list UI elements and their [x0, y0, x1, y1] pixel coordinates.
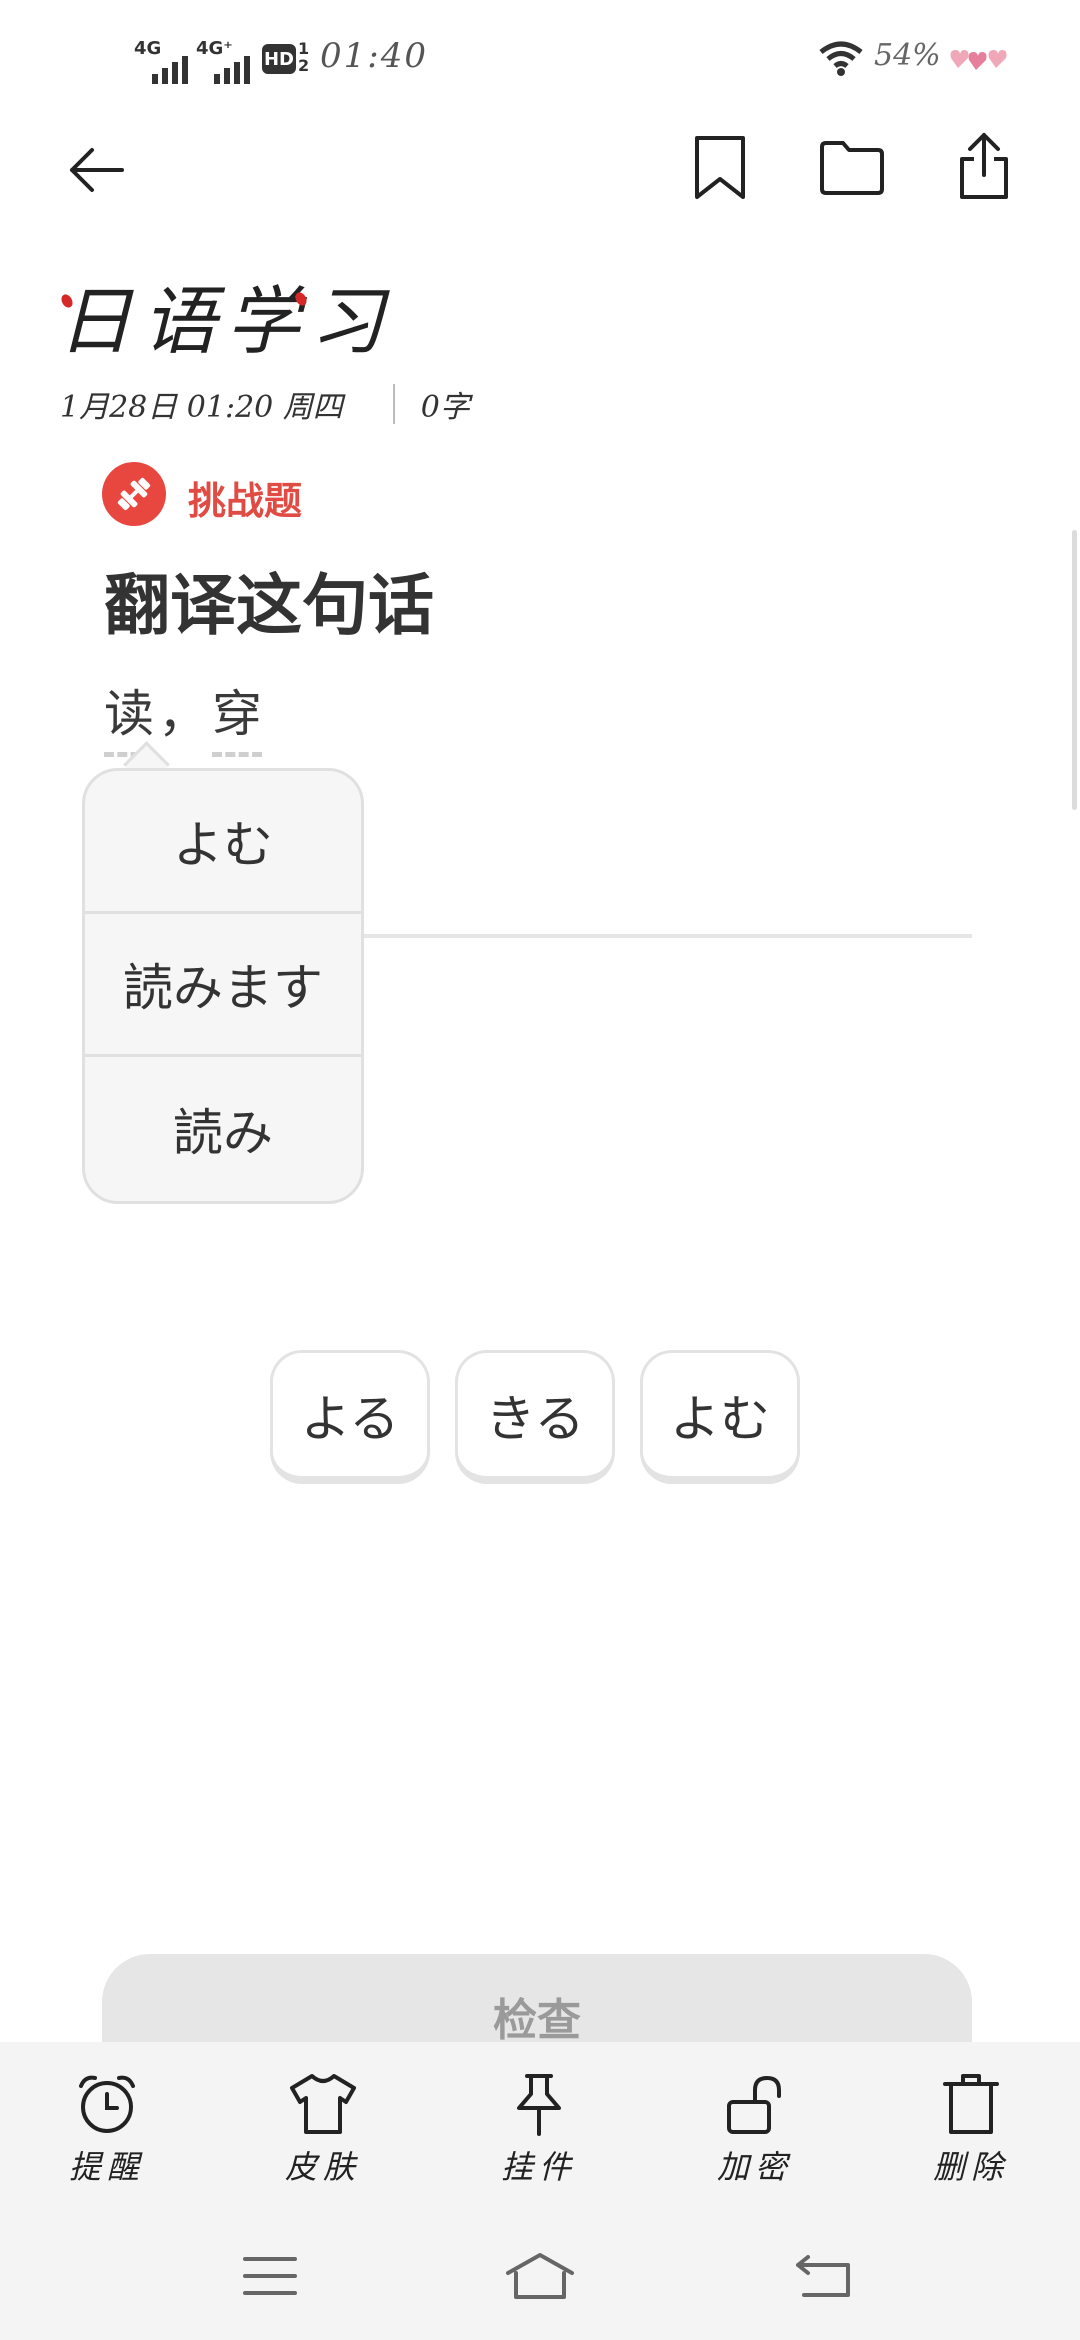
- folder-icon: [820, 141, 884, 195]
- bookmark-button[interactable]: [680, 128, 760, 208]
- bookmark-icon: [695, 136, 745, 199]
- nav-menu-button[interactable]: [220, 2246, 320, 2306]
- tool-label: 皮肤: [284, 2148, 361, 2186]
- return-icon: [796, 2255, 850, 2297]
- status-time: 01:40: [320, 36, 428, 76]
- challenge-label: 挑战题: [188, 479, 303, 523]
- tool-label: 加密: [716, 2148, 793, 2186]
- popup-option[interactable]: 読みます: [85, 914, 361, 1057]
- alarm-clock-icon: [79, 2075, 135, 2133]
- meta-divider: [392, 384, 395, 424]
- note-date: 1月28日 01:20 周四: [60, 390, 343, 425]
- tool-label: 提醒: [68, 2148, 145, 2186]
- widget-button[interactable]: 挂件: [464, 2072, 614, 2192]
- unlock-icon: [727, 2075, 781, 2134]
- pushpin-icon: [517, 2074, 561, 2136]
- folder-button[interactable]: [812, 128, 892, 208]
- nav-back-button[interactable]: [774, 2246, 874, 2306]
- arrow-left-icon: [70, 148, 124, 192]
- tool-label: 删除: [932, 2148, 1009, 2186]
- tool-label: 挂件: [500, 2148, 577, 2186]
- signal-bars-icon: [152, 56, 188, 84]
- popup-option[interactable]: よむ: [85, 771, 361, 914]
- trash-icon: [943, 2074, 999, 2134]
- reminder-button[interactable]: 提醒: [32, 2072, 182, 2192]
- note-meta: 1月28日 01:20 周四 0字: [60, 382, 470, 426]
- back-button[interactable]: [56, 130, 136, 210]
- question-title: 翻译这句话: [104, 567, 434, 644]
- prompt-word[interactable]: 穿: [212, 674, 262, 757]
- nav-home-button[interactable]: [490, 2246, 590, 2306]
- answer-chip[interactable]: よむ: [640, 1350, 800, 1484]
- battery-percent: 54%: [874, 38, 941, 73]
- challenge-badge: [102, 462, 166, 526]
- translation-popup: よむ 読みます 読み: [82, 768, 364, 1204]
- share-icon: [960, 133, 1008, 199]
- answer-chip[interactable]: きる: [455, 1350, 615, 1484]
- hd-badge: HD: [262, 44, 296, 74]
- share-button[interactable]: [944, 126, 1024, 206]
- hearts-battery-icon: [950, 50, 1007, 70]
- prompt-separator: ，: [158, 685, 208, 743]
- popup-option[interactable]: 読み: [85, 1057, 361, 1200]
- hd-sub: 1 2: [298, 39, 310, 75]
- prompt-words: 读 ， 穿: [104, 674, 262, 757]
- dumbbell-icon: [117, 477, 151, 511]
- home-icon: [506, 2253, 574, 2299]
- delete-button[interactable]: 删除: [896, 2072, 1046, 2192]
- signal-bars-icon: [214, 56, 250, 84]
- answer-chip[interactable]: よる: [270, 1350, 430, 1484]
- skin-button[interactable]: 皮肤: [248, 2072, 398, 2192]
- wifi-icon: [819, 41, 863, 76]
- note-word-count: 0字: [420, 390, 470, 425]
- scrollbar[interactable]: [1072, 530, 1077, 810]
- note-title[interactable]: 日语学习: [58, 262, 394, 369]
- encrypt-button[interactable]: 加密: [680, 2072, 830, 2192]
- shirt-icon: [290, 2074, 356, 2134]
- menu-icon: [243, 2257, 297, 2295]
- status-bar: 4G 4G⁺ HD 1 2 01:40 54%: [0, 0, 1080, 120]
